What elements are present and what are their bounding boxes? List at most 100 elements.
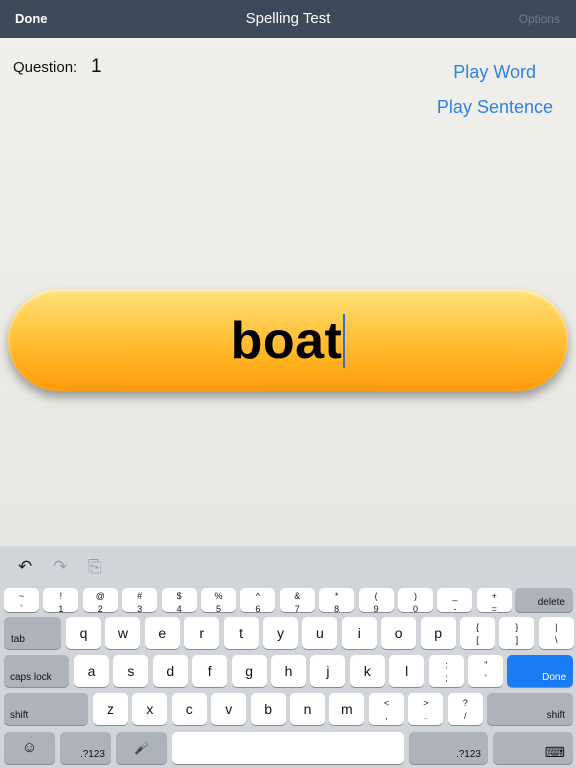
paste-icon[interactable]: ⎘ <box>88 557 102 577</box>
key-q[interactable]: q <box>66 617 101 649</box>
key-`[interactable]: ~ ` <box>4 588 39 614</box>
key-label: Done <box>542 672 566 683</box>
key-5[interactable]: % 5 <box>201 588 236 614</box>
key-b[interactable]: b <box>250 693 286 725</box>
tab-key[interactable]: tab <box>4 617 61 649</box>
key-label: d <box>166 663 175 679</box>
key-h[interactable]: h <box>271 655 306 687</box>
play-sentence-button[interactable]: Play Sentence <box>437 97 553 118</box>
key-6[interactable]: ^ 6 <box>240 588 276 614</box>
key-base-symbol: 5 <box>215 604 221 614</box>
key-c[interactable]: c <box>171 693 207 725</box>
key-label: ☺ <box>21 739 38 756</box>
key-3[interactable]: #3 <box>122 588 158 614</box>
key-0[interactable]: ) 0 <box>398 588 433 614</box>
key-label: k <box>363 663 371 679</box>
key-p[interactable]: p <box>420 617 456 649</box>
key-base-symbol: 9 <box>373 604 379 614</box>
hide-keyboard-key[interactable]: ⌨ <box>493 732 573 764</box>
keyboard-done-key[interactable]: Done <box>507 655 573 687</box>
key-base-symbol: \ <box>555 635 558 645</box>
key-;[interactable]: :; <box>429 655 464 687</box>
key-k[interactable]: k <box>349 655 385 687</box>
dictation-key[interactable]: 🎤 <box>116 732 167 764</box>
key-base-symbol: 0 <box>412 604 418 614</box>
shift-key-right[interactable]: shift <box>487 693 573 725</box>
key-label: .?123 <box>455 749 481 760</box>
key-r[interactable]: r <box>184 617 220 649</box>
key-label: caps lock <box>10 672 52 683</box>
key-n[interactable]: n <box>290 693 325 725</box>
redo-icon[interactable]: ↷ <box>53 557 67 577</box>
key-label: delete <box>537 597 565 608</box>
play-word-button[interactable]: Play Word <box>453 62 536 83</box>
key-t[interactable]: t <box>223 617 259 649</box>
key-d[interactable]: d <box>152 655 188 687</box>
key-label: z <box>107 701 114 717</box>
key-f[interactable]: f <box>192 655 228 687</box>
numbers-key-right[interactable]: .?123 <box>409 732 488 764</box>
key-o[interactable]: o <box>381 617 417 649</box>
key-g[interactable]: g <box>231 655 267 687</box>
key-j[interactable]: j <box>310 655 346 687</box>
key-\[interactable]: | \ <box>538 617 574 649</box>
key-2[interactable]: @2 <box>82 588 118 614</box>
key-s[interactable]: s <box>113 655 149 687</box>
key-shift-symbol: ? <box>462 698 468 708</box>
key-label: tab <box>11 634 25 645</box>
numbers-key-left[interactable]: .?123 <box>60 732 111 764</box>
key-shift-symbol: : <box>445 660 448 670</box>
key-4[interactable]: $4 <box>161 588 197 614</box>
key-label: 🎤 <box>134 741 149 755</box>
key-7[interactable]: & 7 <box>279 588 315 614</box>
caps-lock-key[interactable]: caps lock <box>4 655 69 687</box>
key-w[interactable]: w <box>105 617 141 649</box>
key-8[interactable]: * 8 <box>319 588 355 614</box>
undo-icon[interactable]: ↶ <box>18 557 32 577</box>
key-=[interactable]: + = <box>476 588 512 614</box>
key-.[interactable]: >. <box>408 693 444 725</box>
key-[[interactable]: {[ <box>460 617 495 649</box>
key-z[interactable]: z <box>93 693 128 725</box>
key-e[interactable]: e <box>144 617 180 649</box>
emoji-key[interactable]: ☺ <box>4 732 55 764</box>
key-u[interactable]: u <box>302 617 338 649</box>
options-button[interactable]: Options <box>519 12 560 26</box>
question-label: Question: <box>13 59 78 76</box>
key--[interactable]: _ - <box>437 588 473 614</box>
key-1[interactable]: ! 1 <box>43 588 79 614</box>
key-,[interactable]: <, <box>369 693 404 725</box>
key-label: o <box>394 625 403 641</box>
key-base-symbol: / <box>464 711 467 721</box>
delete-key[interactable]: delete <box>515 588 573 612</box>
key-shift-symbol: _ <box>452 591 458 601</box>
key-x[interactable]: x <box>132 693 168 725</box>
key-l[interactable]: l <box>389 655 425 687</box>
key-label: shift <box>546 710 565 721</box>
key-shift-symbol: { <box>475 622 479 632</box>
key-base-symbol: [ <box>476 635 479 645</box>
key-base-symbol: . <box>424 711 428 721</box>
key-][interactable]: }] <box>499 617 535 649</box>
key-shift-symbol: } <box>515 622 519 632</box>
answer-input[interactable]: boat <box>8 289 568 391</box>
key-a[interactable]: a <box>74 655 109 687</box>
key-/[interactable]: ? / <box>447 693 483 725</box>
page-title: Spelling Test <box>245 10 331 27</box>
key-v[interactable]: v <box>211 693 247 725</box>
key-base-symbol: = <box>491 604 497 614</box>
key-shift-symbol: * <box>334 591 339 601</box>
key-shift-symbol: ! <box>59 591 63 601</box>
key-m[interactable]: m <box>329 693 365 725</box>
space-bar[interactable] <box>172 732 404 764</box>
key-i[interactable]: i <box>341 617 377 649</box>
key-'[interactable]: " ' <box>468 655 504 687</box>
key-base-symbol: 2 <box>97 604 103 614</box>
shift-key-left[interactable]: shift <box>4 693 88 725</box>
key-base-symbol: 8 <box>334 604 340 614</box>
key-shift-symbol: $ <box>176 591 182 601</box>
key-label: l <box>405 663 409 679</box>
key-9[interactable]: (9 <box>358 588 394 614</box>
key-shift-symbol: > <box>423 698 429 708</box>
key-y[interactable]: y <box>263 617 298 649</box>
